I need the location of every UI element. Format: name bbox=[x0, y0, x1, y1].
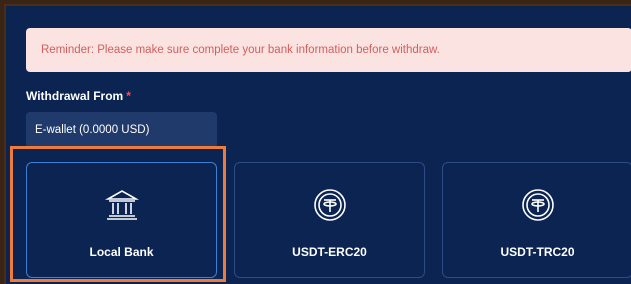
method-card-usdt-trc20[interactable]: USDT-TRC20 bbox=[442, 162, 631, 278]
reminder-text: Reminder: Please make sure complete your… bbox=[41, 44, 440, 56]
wallet-select-value: E-wallet (0.0000 USD) bbox=[35, 124, 150, 136]
required-mark: * bbox=[126, 89, 131, 103]
reminder-alert: Reminder: Please make sure complete your… bbox=[26, 28, 631, 72]
wallet-select[interactable]: E-wallet (0.0000 USD) bbox=[26, 112, 217, 148]
withdrawal-panel: Reminder: Please make sure complete your… bbox=[4, 4, 631, 284]
bank-icon bbox=[104, 187, 140, 223]
method-card-local-bank[interactable]: Local Bank bbox=[26, 162, 217, 278]
tether-icon bbox=[520, 187, 556, 223]
method-label-local-bank: Local Bank bbox=[89, 245, 154, 259]
withdrawal-from-label: Withdrawal From * bbox=[26, 89, 131, 103]
method-label-usdt-erc20: USDT-ERC20 bbox=[292, 245, 367, 259]
tether-icon bbox=[312, 187, 348, 223]
method-card-usdt-erc20[interactable]: USDT-ERC20 bbox=[234, 162, 425, 278]
withdrawal-from-text: Withdrawal From bbox=[26, 89, 124, 103]
method-label-usdt-trc20: USDT-TRC20 bbox=[500, 245, 575, 259]
